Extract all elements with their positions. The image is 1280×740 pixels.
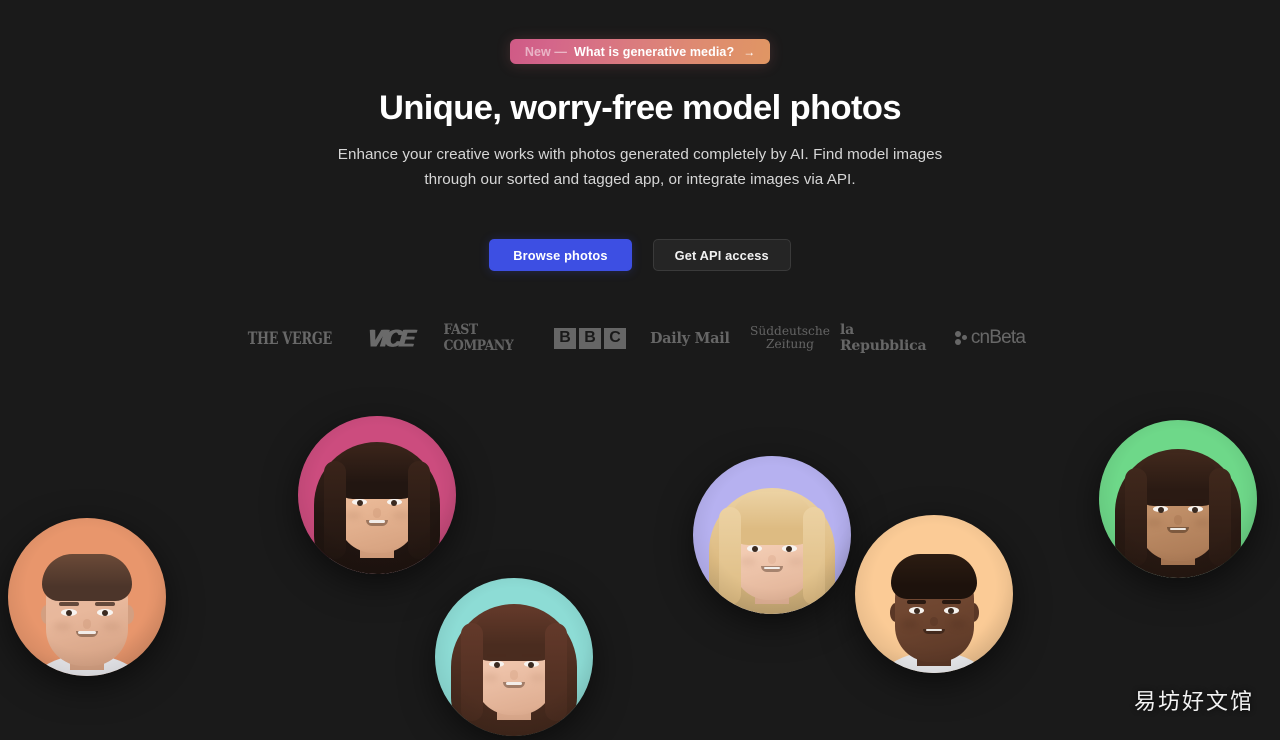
cta-row: Browse photos Get API access xyxy=(0,239,1280,271)
hero-copy: Unique, worry-free model photos Enhance … xyxy=(0,86,1280,192)
logo-vice: VICE xyxy=(366,323,414,352)
logo-bbc: B B C xyxy=(540,318,640,358)
cnbeta-dots-icon xyxy=(954,330,968,346)
avatar-girl-purple[interactable] xyxy=(693,456,851,614)
page-title: Unique, worry-free model photos xyxy=(379,89,902,127)
arrow-right-icon: → xyxy=(743,44,756,59)
watermark: 易坊好文馆 xyxy=(1133,690,1254,715)
avatar-vignette xyxy=(8,518,166,676)
browse-photos-button[interactable]: Browse photos xyxy=(489,239,632,271)
bbc-letter-3: C xyxy=(604,327,626,349)
logo-the-verge: THE VERGE xyxy=(247,327,333,349)
logo-cnbeta: cnBeta xyxy=(940,318,1040,358)
logo-la-repubblica: la Repubblica xyxy=(840,322,927,354)
announcement-text: What is generative media? xyxy=(574,44,735,59)
cnbeta-label: cnBeta xyxy=(970,327,1026,348)
logo-sueddeutsche-zeitung: Süddeutsche Zeitung xyxy=(740,318,840,358)
avatar-vignette xyxy=(298,416,456,574)
avatar-vignette xyxy=(435,578,593,736)
hero-landing-page: New — What is generative media? → Unique… xyxy=(0,0,1280,740)
sz-line-2: Zeitung xyxy=(765,337,815,351)
avatar-vignette xyxy=(1099,420,1257,578)
get-api-access-button[interactable]: Get API access xyxy=(652,239,791,271)
avatar-boy-orange[interactable] xyxy=(8,518,166,676)
logo-fast-company: FAST COMPANY xyxy=(443,322,514,354)
avatar-vignette xyxy=(855,515,1013,673)
avatar-man-peach[interactable] xyxy=(855,515,1013,673)
avatar-vignette xyxy=(693,456,851,614)
avatar-woman-teal[interactable] xyxy=(435,578,593,736)
avatar-woman-pink[interactable] xyxy=(298,416,456,574)
announcement-pill[interactable]: New — What is generative media? → xyxy=(509,39,771,64)
bbc-letter-1: B xyxy=(554,327,576,349)
announcement-banner-row: New — What is generative media? → xyxy=(0,39,1280,64)
logo-daily-mail: Daily Mail xyxy=(650,329,730,347)
bbc-letter-2: B xyxy=(579,327,601,349)
page-subtitle: Enhance your creative works with photos … xyxy=(337,146,943,188)
press-logos: THE VERGE VICE FAST COMPANY B B C Daily … xyxy=(0,318,1280,358)
avatar-girl-green[interactable] xyxy=(1099,420,1257,578)
announcement-new-label: New — xyxy=(524,44,567,59)
